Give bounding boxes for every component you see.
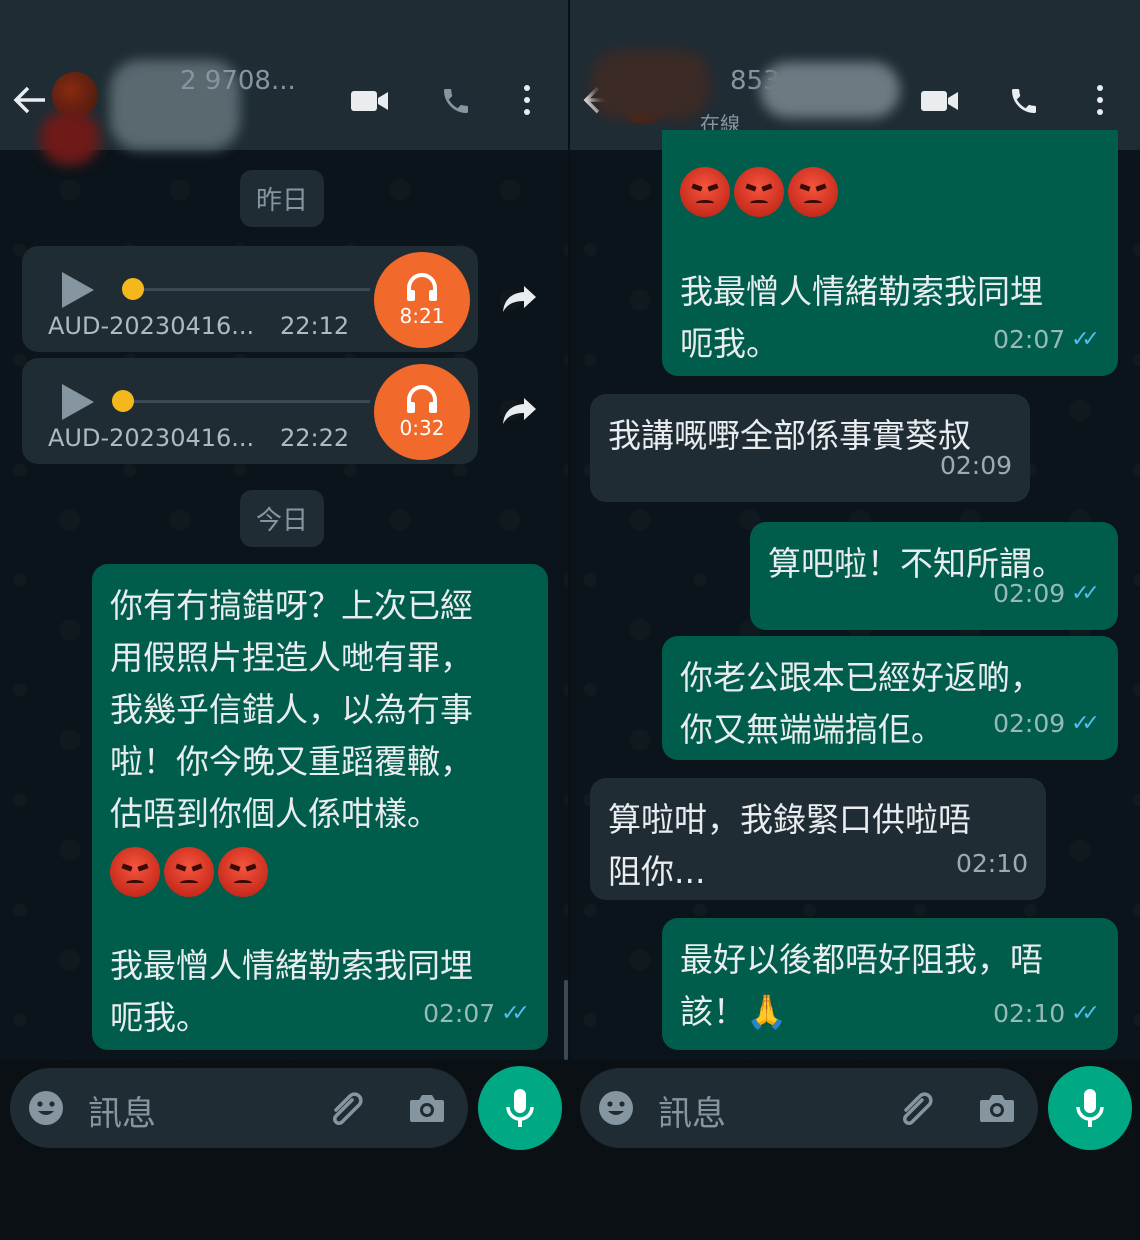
read-ticks-icon: ✓✓ [1071, 711, 1100, 736]
right-chat-pane: 853 在線 我最憎人情緒勒索我同埋 呃我。 02:07 ✓✓ 我講嘅嘢全部係事… [570, 0, 1140, 1240]
message-meta: 02:09 [940, 440, 1012, 492]
read-ticks-icon: ✓✓ [1071, 1001, 1100, 1026]
audio-track[interactable] [130, 400, 370, 403]
voice-record-button[interactable] [1048, 1066, 1132, 1150]
audio-track[interactable] [130, 288, 370, 291]
message-time: 02:10 [993, 999, 1066, 1028]
microphone-icon [1076, 1089, 1104, 1127]
message-line: 最好以後都唔好阻我，唔 [680, 940, 1043, 979]
chat-header: 2 9708... [0, 0, 570, 165]
contact-name[interactable]: 2 9708... [180, 66, 296, 96]
angry-face-icon [788, 166, 838, 217]
date-chip-today: 今日 [240, 490, 325, 547]
read-ticks-icon: ✓✓ [1071, 327, 1100, 352]
audio-file-name: AUD-20230416... [48, 424, 255, 452]
message-time: 02:07 [993, 325, 1066, 354]
message-time: 02:07 [423, 999, 496, 1028]
play-icon[interactable] [60, 270, 96, 314]
redaction-mark [590, 50, 710, 120]
message-time: 02:09 [993, 579, 1066, 608]
video-call-icon[interactable] [920, 88, 960, 114]
phone-call-icon[interactable] [1008, 85, 1040, 117]
audio-duration: 8:21 [399, 304, 445, 328]
audio-message[interactable]: AUD-20230416... 22:12 8:21 [22, 246, 478, 352]
more-options-icon[interactable] [1095, 84, 1105, 116]
read-ticks-icon: ✓✓ [1071, 581, 1100, 606]
message-bubble-outgoing[interactable]: 最好以後都唔好阻我，唔 該！🙏 02:10 ✓✓ [662, 918, 1118, 1050]
camera-icon[interactable] [978, 1092, 1016, 1128]
message-line: 我最憎人情緒勒索我同埋 [680, 272, 1043, 311]
headphones-icon [407, 273, 437, 301]
more-options-icon[interactable] [522, 84, 532, 116]
voice-record-button[interactable] [478, 1066, 562, 1150]
headphones-icon [407, 385, 437, 413]
camera-icon[interactable] [408, 1092, 446, 1128]
message-time: 22:22 [280, 424, 350, 452]
date-chip-yesterday: 昨日 [240, 170, 325, 227]
microphone-icon [506, 1089, 534, 1127]
read-ticks-icon: ✓✓ [501, 1001, 530, 1026]
message-time: 02:09 [939, 451, 1012, 480]
forward-icon[interactable] [500, 394, 540, 432]
angry-face-icon [218, 846, 268, 897]
angry-face-icon [734, 166, 784, 217]
left-chat-pane: 2 9708... 昨日 AUD-20230416... 22:12 8:21 [0, 0, 570, 1240]
message-meta: 02:09 ✓✓ [993, 698, 1100, 750]
message-input[interactable]: 訊息 [88, 1086, 156, 1135]
chat-header: 853 在線 [570, 0, 1140, 150]
message-bubble-incoming[interactable]: 我講嘅嘢全部係事實葵叔 02:09 [590, 394, 1030, 502]
emoji-row [110, 840, 530, 898]
message-time: 02:10 [955, 849, 1028, 878]
message-meta: 02:07 ✓✓ [423, 988, 530, 1040]
message-bubble-incoming[interactable]: 算啦咁，我錄緊口供啦唔 阻你... 02:10 [590, 778, 1046, 900]
attach-icon[interactable] [328, 1092, 366, 1130]
message-line: 啦！你今晚又重蹈覆轍， [110, 742, 473, 781]
message-line: 我最憎人情緒勒索我同埋 [110, 946, 473, 985]
message-line: 用假照片捏造人哋有罪， [110, 638, 473, 677]
message-input-bar[interactable]: 訊息 [580, 1068, 1038, 1148]
message-meta: 02:09 ✓✓ [993, 568, 1100, 620]
message-input[interactable]: 訊息 [658, 1086, 726, 1135]
message-line: 我幾乎信錯人，以為冇事 [110, 690, 473, 729]
angry-face-icon [110, 846, 160, 897]
angry-face-icon [680, 166, 730, 217]
message-meta: 02:10 [956, 838, 1028, 890]
message-meta: 02:07 ✓✓ [993, 314, 1100, 366]
audio-scrub-handle[interactable] [112, 390, 134, 412]
attach-icon[interactable] [898, 1092, 936, 1130]
message-bubble-outgoing[interactable]: 我最憎人情緒勒索我同埋 呃我。 02:07 ✓✓ [662, 130, 1118, 376]
message-bubble-outgoing[interactable]: 你有冇搞錯呀？上次已經 用假照片捏造人哋有罪， 我幾乎信錯人，以為冇事 啦！你今… [92, 564, 548, 1050]
redaction-mark [760, 62, 900, 118]
redaction-mark [40, 110, 100, 165]
audio-badge: 0:32 [374, 364, 470, 460]
emoji-icon[interactable] [598, 1090, 634, 1130]
audio-badge: 8:21 [374, 252, 470, 348]
audio-message[interactable]: AUD-20230416... 22:22 0:32 [22, 358, 478, 464]
video-call-icon[interactable] [350, 88, 390, 114]
audio-file-name: AUD-20230416... [48, 312, 255, 340]
back-arrow-icon[interactable] [12, 80, 48, 120]
play-icon[interactable] [60, 382, 96, 426]
emoji-row [680, 146, 1100, 217]
message-input-bar[interactable]: 訊息 [10, 1068, 468, 1148]
emoji-icon[interactable] [28, 1090, 64, 1130]
message-line: 估唔到你個人係咁樣。 [110, 794, 440, 833]
message-time: 22:12 [280, 312, 350, 340]
phone-call-icon[interactable] [440, 85, 472, 117]
message-time: 02:09 [993, 709, 1066, 738]
message-bubble-outgoing[interactable]: 算吧啦！不知所謂。 02:09 ✓✓ [750, 522, 1118, 630]
audio-scrub-handle[interactable] [122, 278, 144, 300]
message-line: 你有冇搞錯呀？上次已經 [110, 586, 473, 625]
forward-icon[interactable] [500, 282, 540, 320]
message-meta: 02:10 ✓✓ [993, 988, 1100, 1040]
message-bubble-outgoing[interactable]: 你老公跟本已經好返啲， 你又無端端搞佢。 02:09 ✓✓ [662, 636, 1118, 760]
angry-face-icon [164, 846, 214, 897]
audio-duration: 0:32 [399, 416, 445, 440]
message-line: 你老公跟本已經好返啲， [680, 658, 1043, 697]
